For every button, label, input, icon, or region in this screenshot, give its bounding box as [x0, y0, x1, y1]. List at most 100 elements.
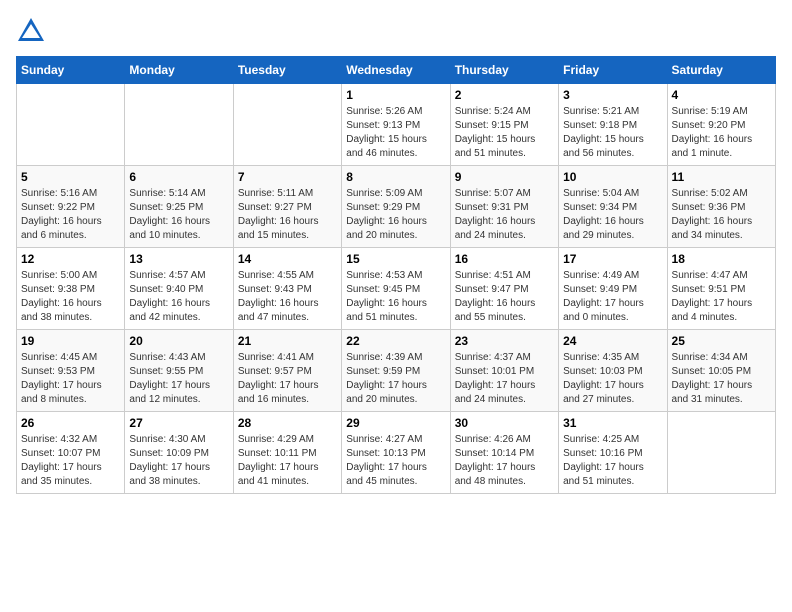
calendar-cell: 14 Sunrise: 4:55 AM Sunset: 9:43 PM Dayli… [233, 248, 341, 330]
day-info: Sunrise: 4:35 AM Sunset: 10:03 PM Daylig… [563, 351, 662, 407]
calendar-cell: 8 Sunrise: 5:09 AM Sunset: 9:29 PM Daylig… [342, 166, 450, 248]
calendar-cell: 27 Sunrise: 4:30 AM Sunset: 10:09 PM Dayl… [125, 412, 233, 494]
day-info: Sunrise: 5:24 AM Sunset: 9:15 PM Dayligh… [455, 105, 554, 161]
day-info: Sunrise: 4:30 AM Sunset: 10:09 PM Daylig… [129, 433, 228, 489]
day-header-sunday: Sunday [17, 57, 125, 84]
calendar-cell: 26 Sunrise: 4:32 AM Sunset: 10:07 PM Dayl… [17, 412, 125, 494]
day-info: Sunrise: 5:11 AM Sunset: 9:27 PM Dayligh… [238, 187, 337, 243]
calendar-cell [667, 412, 775, 494]
calendar-cell: 9Sunrise: 5:07 AM Sunset: 9:31 PM Daylig… [450, 166, 558, 248]
calendar-header: SundayMondayTuesdayWednesdayThursdayFrid… [17, 57, 776, 84]
day-number: 8 [346, 170, 445, 184]
day-info: Sunrise: 5:21 AM Sunset: 9:18 PM Dayligh… [563, 105, 662, 161]
page-header [16, 16, 776, 46]
day-number: 10 [563, 170, 662, 184]
day-number: 24 [563, 334, 662, 348]
day-info: Sunrise: 4:57 AM Sunset: 9:40 PM Dayligh… [129, 269, 228, 325]
day-info: Sunrise: 4:55 AM Sunset: 9:43 PM Dayligh… [238, 269, 337, 325]
calendar-cell [125, 84, 233, 166]
day-header-thursday: Thursday [450, 57, 558, 84]
day-info: Sunrise: 5:26 AM Sunset: 9:13 PM Dayligh… [346, 105, 445, 161]
day-number: 12 [21, 252, 120, 266]
calendar-cell: 2 Sunrise: 5:24 AM Sunset: 9:15 PM Daylig… [450, 84, 558, 166]
day-info: Sunrise: 4:27 AM Sunset: 10:13 PM Daylig… [346, 433, 445, 489]
day-info: Sunrise: 4:47 AM Sunset: 9:51 PM Dayligh… [672, 269, 771, 325]
calendar-cell: 7 Sunrise: 5:11 AM Sunset: 9:27 PM Daylig… [233, 166, 341, 248]
day-info: Sunrise: 4:43 AM Sunset: 9:55 PM Dayligh… [129, 351, 228, 407]
day-info: Sunrise: 4:32 AM Sunset: 10:07 PM Daylig… [21, 433, 120, 489]
calendar-cell: 16 Sunrise: 4:51 AM Sunset: 9:47 PM Dayli… [450, 248, 558, 330]
day-header-monday: Monday [125, 57, 233, 84]
calendar-cell [17, 84, 125, 166]
calendar-body: 1 Sunrise: 5:26 AM Sunset: 9:13 PM Daylig… [17, 84, 776, 494]
day-info: Sunrise: 5:14 AM Sunset: 9:25 PM Dayligh… [129, 187, 228, 243]
day-info: Sunrise: 4:41 AM Sunset: 9:57 PM Dayligh… [238, 351, 337, 407]
day-number: 20 [129, 334, 228, 348]
day-number: 30 [455, 416, 554, 430]
day-info: Sunrise: 5:02 AM Sunset: 9:36 PM Dayligh… [672, 187, 771, 243]
day-info: Sunrise: 5:16 AM Sunset: 9:22 PM Dayligh… [21, 187, 120, 243]
day-header-tuesday: Tuesday [233, 57, 341, 84]
day-number: 7 [238, 170, 337, 184]
calendar-cell: 17 Sunrise: 4:49 AM Sunset: 9:49 PM Dayli… [559, 248, 667, 330]
day-number: 1 [346, 88, 445, 102]
calendar-cell: 21 Sunrise: 4:41 AM Sunset: 9:57 PM Dayli… [233, 330, 341, 412]
calendar-week-1: 1 Sunrise: 5:26 AM Sunset: 9:13 PM Daylig… [17, 84, 776, 166]
day-number: 16 [455, 252, 554, 266]
calendar-table: SundayMondayTuesdayWednesdayThursdayFrid… [16, 56, 776, 494]
day-header-wednesday: Wednesday [342, 57, 450, 84]
day-number: 11 [672, 170, 771, 184]
day-header-friday: Friday [559, 57, 667, 84]
day-number: 15 [346, 252, 445, 266]
day-number: 17 [563, 252, 662, 266]
day-number: 25 [672, 334, 771, 348]
calendar-week-5: 26 Sunrise: 4:32 AM Sunset: 10:07 PM Dayl… [17, 412, 776, 494]
calendar-cell: 1 Sunrise: 5:26 AM Sunset: 9:13 PM Daylig… [342, 84, 450, 166]
day-info: Sunrise: 5:19 AM Sunset: 9:20 PM Dayligh… [672, 105, 771, 161]
calendar-cell: 12 Sunrise: 5:00 AM Sunset: 9:38 PM Dayli… [17, 248, 125, 330]
day-info: Sunrise: 4:51 AM Sunset: 9:47 PM Dayligh… [455, 269, 554, 325]
calendar-cell: 28 Sunrise: 4:29 AM Sunset: 10:11 PM Dayl… [233, 412, 341, 494]
calendar-cell: 3Sunrise: 5:21 AM Sunset: 9:18 PM Daylig… [559, 84, 667, 166]
day-number: 31 [563, 416, 662, 430]
day-number: 9 [455, 170, 554, 184]
day-number: 27 [129, 416, 228, 430]
day-info: Sunrise: 4:34 AM Sunset: 10:05 PM Daylig… [672, 351, 771, 407]
calendar-cell: 5 Sunrise: 5:16 AM Sunset: 9:22 PM Daylig… [17, 166, 125, 248]
calendar-cell [233, 84, 341, 166]
day-header-saturday: Saturday [667, 57, 775, 84]
calendar-week-4: 19 Sunrise: 4:45 AM Sunset: 9:53 PM Dayli… [17, 330, 776, 412]
day-number: 26 [21, 416, 120, 430]
day-info: Sunrise: 4:49 AM Sunset: 9:49 PM Dayligh… [563, 269, 662, 325]
day-number: 13 [129, 252, 228, 266]
calendar-cell: 18 Sunrise: 4:47 AM Sunset: 9:51 PM Dayli… [667, 248, 775, 330]
calendar-cell: 4Sunrise: 5:19 AM Sunset: 9:20 PM Daylig… [667, 84, 775, 166]
calendar-cell: 20 Sunrise: 4:43 AM Sunset: 9:55 PM Dayli… [125, 330, 233, 412]
calendar-cell: 22Sunrise: 4:39 AM Sunset: 9:59 PM Dayli… [342, 330, 450, 412]
calendar-cell: 13 Sunrise: 4:57 AM Sunset: 9:40 PM Dayli… [125, 248, 233, 330]
logo-icon [16, 16, 46, 46]
day-number: 28 [238, 416, 337, 430]
calendar-cell: 25 Sunrise: 4:34 AM Sunset: 10:05 PM Dayl… [667, 330, 775, 412]
day-info: Sunrise: 4:37 AM Sunset: 10:01 PM Daylig… [455, 351, 554, 407]
calendar-cell: 15Sunrise: 4:53 AM Sunset: 9:45 PM Dayli… [342, 248, 450, 330]
day-info: Sunrise: 5:04 AM Sunset: 9:34 PM Dayligh… [563, 187, 662, 243]
day-number: 23 [455, 334, 554, 348]
day-info: Sunrise: 5:00 AM Sunset: 9:38 PM Dayligh… [21, 269, 120, 325]
logo [16, 16, 50, 46]
day-info: Sunrise: 4:39 AM Sunset: 9:59 PM Dayligh… [346, 351, 445, 407]
day-number: 5 [21, 170, 120, 184]
day-number: 6 [129, 170, 228, 184]
day-info: Sunrise: 4:29 AM Sunset: 10:11 PM Daylig… [238, 433, 337, 489]
day-number: 18 [672, 252, 771, 266]
day-number: 21 [238, 334, 337, 348]
calendar-cell: 29Sunrise: 4:27 AM Sunset: 10:13 PM Dayl… [342, 412, 450, 494]
day-number: 14 [238, 252, 337, 266]
day-info: Sunrise: 4:26 AM Sunset: 10:14 PM Daylig… [455, 433, 554, 489]
day-number: 19 [21, 334, 120, 348]
day-number: 2 [455, 88, 554, 102]
day-info: Sunrise: 5:09 AM Sunset: 9:29 PM Dayligh… [346, 187, 445, 243]
calendar-cell: 30 Sunrise: 4:26 AM Sunset: 10:14 PM Dayl… [450, 412, 558, 494]
day-info: Sunrise: 4:45 AM Sunset: 9:53 PM Dayligh… [21, 351, 120, 407]
day-info: Sunrise: 4:25 AM Sunset: 10:16 PM Daylig… [563, 433, 662, 489]
